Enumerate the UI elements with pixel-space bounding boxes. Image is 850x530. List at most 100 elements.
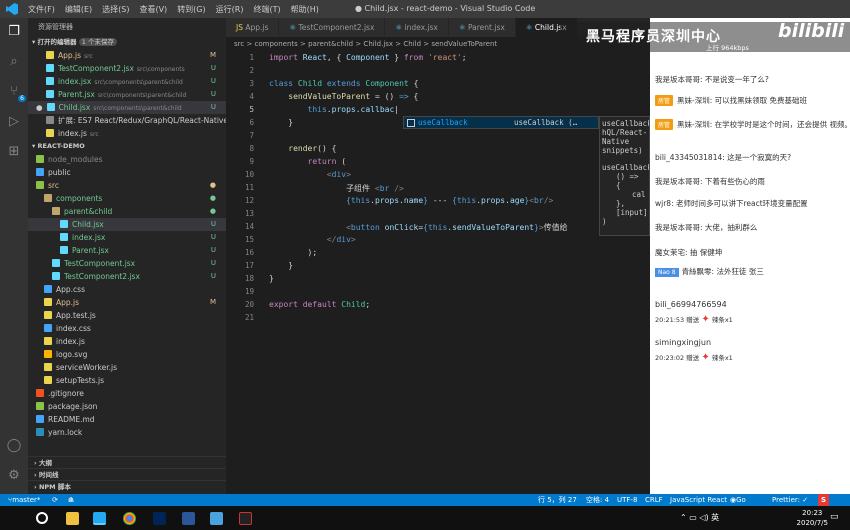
tree-item[interactable]: TestComponent.jsx U (28, 257, 226, 270)
project-section[interactable]: ▾ REACT-DEMO (28, 140, 226, 153)
indentation[interactable]: 空格: 4 (586, 494, 609, 506)
notification-icon[interactable]: ▭ (830, 512, 839, 522)
tray-icons[interactable]: ⌃ ▭ ◁) 英 (680, 512, 719, 523)
menu-view[interactable]: 查看(V) (139, 4, 167, 15)
code-line: import React, { Component } from 'react'… (269, 53, 467, 62)
tree-item[interactable]: TestComponent2.jsx U (28, 270, 226, 283)
tree-item[interactable]: Parent.jsx U (28, 244, 226, 257)
open-editor-item[interactable]: TestComponent2.jsx src\components U (28, 62, 226, 75)
open-editor-item[interactable]: index.js src (28, 127, 226, 140)
word-icon[interactable] (182, 512, 195, 525)
tree-item[interactable]: logo.svg (28, 348, 226, 361)
tree-item[interactable]: yarn.lock (28, 426, 226, 439)
chrome-icon[interactable] (123, 512, 136, 525)
line-number: 4 (249, 92, 254, 101)
file-explorer-icon[interactable] (66, 512, 79, 525)
tree-item[interactable]: App.test.js (28, 309, 226, 322)
react-file-icon: ⚛ (458, 23, 468, 32)
open-editors-list: App.js src M TestComponent2.jsx src\componen… (28, 49, 226, 140)
go-live-button[interactable]: ◉ Go Live (730, 494, 750, 516)
tree-item[interactable]: components ● (28, 192, 226, 205)
chat-message: 我是坂本哥哥: 大佬，抽利群么 (655, 223, 758, 232)
vscode-taskbar-icon[interactable] (93, 512, 106, 525)
tree-item[interactable]: src ● (28, 179, 226, 192)
system-clock[interactable]: 20:23 2020/7/5 (797, 508, 828, 528)
obs-icon[interactable] (239, 512, 252, 525)
line-number: 21 (244, 313, 254, 322)
file-icon (36, 402, 44, 410)
tab-parent-jsx[interactable]: ⚛ Parent.jsx (448, 18, 516, 37)
file-icon (46, 116, 54, 124)
end-of-line[interactable]: CRLF (645, 494, 663, 506)
open-editor-item[interactable]: ● Child.jsx src\components\parent&child U (28, 101, 226, 114)
code-line: render() { (288, 144, 337, 153)
file-icon (44, 324, 52, 332)
tree-item[interactable]: index.css (28, 322, 226, 335)
code-line: ); (269, 248, 318, 257)
tree-item[interactable]: .gitignore (28, 387, 226, 400)
file-icon (60, 246, 68, 254)
tree-item[interactable]: parent&child ● (28, 205, 226, 218)
tree-item[interactable]: package.json (28, 400, 226, 413)
file-icon (36, 415, 44, 423)
chat-message: 魔女茉宅: 抽 保健坤 (655, 248, 723, 257)
tree-item[interactable]: index.jsx U (28, 231, 226, 244)
source-control-icon[interactable]: ⑂ 6 (5, 82, 26, 102)
autocomplete-popup[interactable]: useCallback useCallback (… (403, 116, 599, 129)
title-bar: 文件(F) 编辑(E) 选择(S) 查看(V) 转到(G) 运行(R) 终端(T… (0, 0, 850, 18)
files-icon[interactable]: ❐ (5, 22, 23, 40)
settings-icon[interactable]: ⚙ (5, 466, 23, 484)
menu-help[interactable]: 帮助(H) (291, 4, 319, 15)
line-number: 2 (249, 66, 254, 75)
git-branch[interactable]: ⑂ master* (8, 494, 40, 506)
tree-item[interactable]: node_modules (28, 153, 226, 166)
tab-app-js[interactable]: JS App.js (226, 18, 280, 37)
menu-selection[interactable]: 选择(S) (102, 4, 129, 15)
open-editors-section[interactable]: ▾ 打开的编辑器 1 个未保存 (28, 36, 226, 49)
suggestion-item[interactable]: useCallback useCallback (… (404, 117, 598, 128)
open-editor-item[interactable]: App.js src M (28, 49, 226, 62)
js-file-icon: JS (236, 23, 246, 32)
menu-run[interactable]: 运行(R) (216, 4, 244, 15)
open-editor-item[interactable]: index.jsx src\components\parent&child U (28, 75, 226, 88)
extensions-icon[interactable]: ⊞ (5, 142, 23, 160)
sync-icon[interactable]: ⟳ (52, 494, 58, 506)
powershell-icon[interactable] (153, 512, 166, 525)
file-icon (36, 389, 44, 397)
outline-section[interactable]: › 大纲 (28, 456, 226, 468)
tree-item[interactable]: index.js (28, 335, 226, 348)
tree-item[interactable]: serviceWorker.js (28, 361, 226, 374)
run-icon[interactable]: ▷ (5, 112, 23, 130)
open-editor-item[interactable]: 扩展: ES7 React/Redux/GraphQL/React-Native… (28, 114, 226, 127)
menu-edit[interactable]: 编辑(E) (65, 4, 92, 15)
app-icon[interactable] (210, 512, 223, 525)
file-icon (44, 285, 52, 293)
explorer-sidebar: 资源管理器 ▾ 打开的编辑器 1 个未保存 App.js src M TestComp… (28, 18, 226, 494)
tree-item[interactable]: App.js M (28, 296, 226, 309)
menu-terminal[interactable]: 终端(T) (253, 4, 280, 15)
tab-testcomponent2[interactable]: ⚛ TestComponent2.jsx (279, 18, 386, 37)
user-badge: 房管 (655, 95, 674, 106)
tree-item[interactable]: App.css (28, 283, 226, 296)
stream-title: 黑马程序员深圳中心 (586, 29, 721, 45)
tree-item[interactable]: setupTests.js (28, 374, 226, 387)
cursor-position[interactable]: 行 5，列 27 (538, 494, 577, 506)
tab-index-jsx[interactable]: ⚛ index.jsx (385, 18, 449, 37)
tree-item[interactable]: public (28, 166, 226, 179)
menu-file[interactable]: 文件(F) (28, 4, 55, 15)
language-mode[interactable]: JavaScript React (670, 494, 727, 506)
account-icon[interactable]: ◯ (5, 436, 23, 454)
tree-item[interactable]: Child.jsx U (28, 218, 226, 231)
line-number: 7 (249, 131, 254, 140)
open-editor-item[interactable]: Parent.jsx src\components\parent&child U (28, 88, 226, 101)
search-icon[interactable] (36, 512, 48, 524)
tree-item[interactable]: README.md (28, 413, 226, 426)
file-icon (60, 233, 68, 241)
timeline-section[interactable]: › 时间线 (28, 468, 226, 480)
npm-scripts-section[interactable]: › NPM 脚本 (28, 480, 226, 492)
menu-go[interactable]: 转到(G) (177, 4, 205, 15)
prettier-status[interactable]: Prettier: ✓ (772, 494, 808, 506)
encoding[interactable]: UTF-8 (617, 494, 637, 506)
search-icon[interactable]: ⌕ (5, 52, 23, 70)
line-number: 11 (244, 183, 254, 192)
